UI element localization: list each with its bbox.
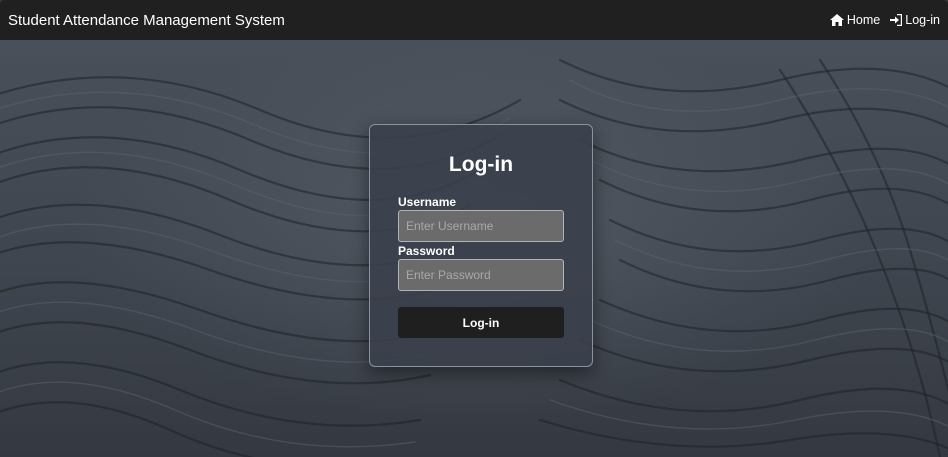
password-label: Password xyxy=(398,244,455,258)
app-title[interactable]: Student Attendance Management System xyxy=(8,12,285,29)
login-submit-button[interactable]: Log-in xyxy=(398,307,564,338)
password-input[interactable] xyxy=(398,259,564,291)
username-input[interactable] xyxy=(398,210,564,242)
username-label: Username xyxy=(398,195,457,209)
sign-in-icon xyxy=(890,14,903,26)
nav-login-label: Log-in xyxy=(905,13,940,27)
login-card: Log-in Username Password Log-in xyxy=(369,124,593,367)
login-title: Log-in xyxy=(448,153,514,176)
home-icon xyxy=(829,14,844,26)
nav-login-link[interactable]: Log-in xyxy=(890,13,940,27)
nav-home-link[interactable]: Home xyxy=(829,13,881,27)
top-navbar: Student Attendance Management System Hom… xyxy=(0,0,948,40)
nav-links: Home Log-in xyxy=(829,13,940,27)
nav-home-label: Home xyxy=(846,13,881,27)
